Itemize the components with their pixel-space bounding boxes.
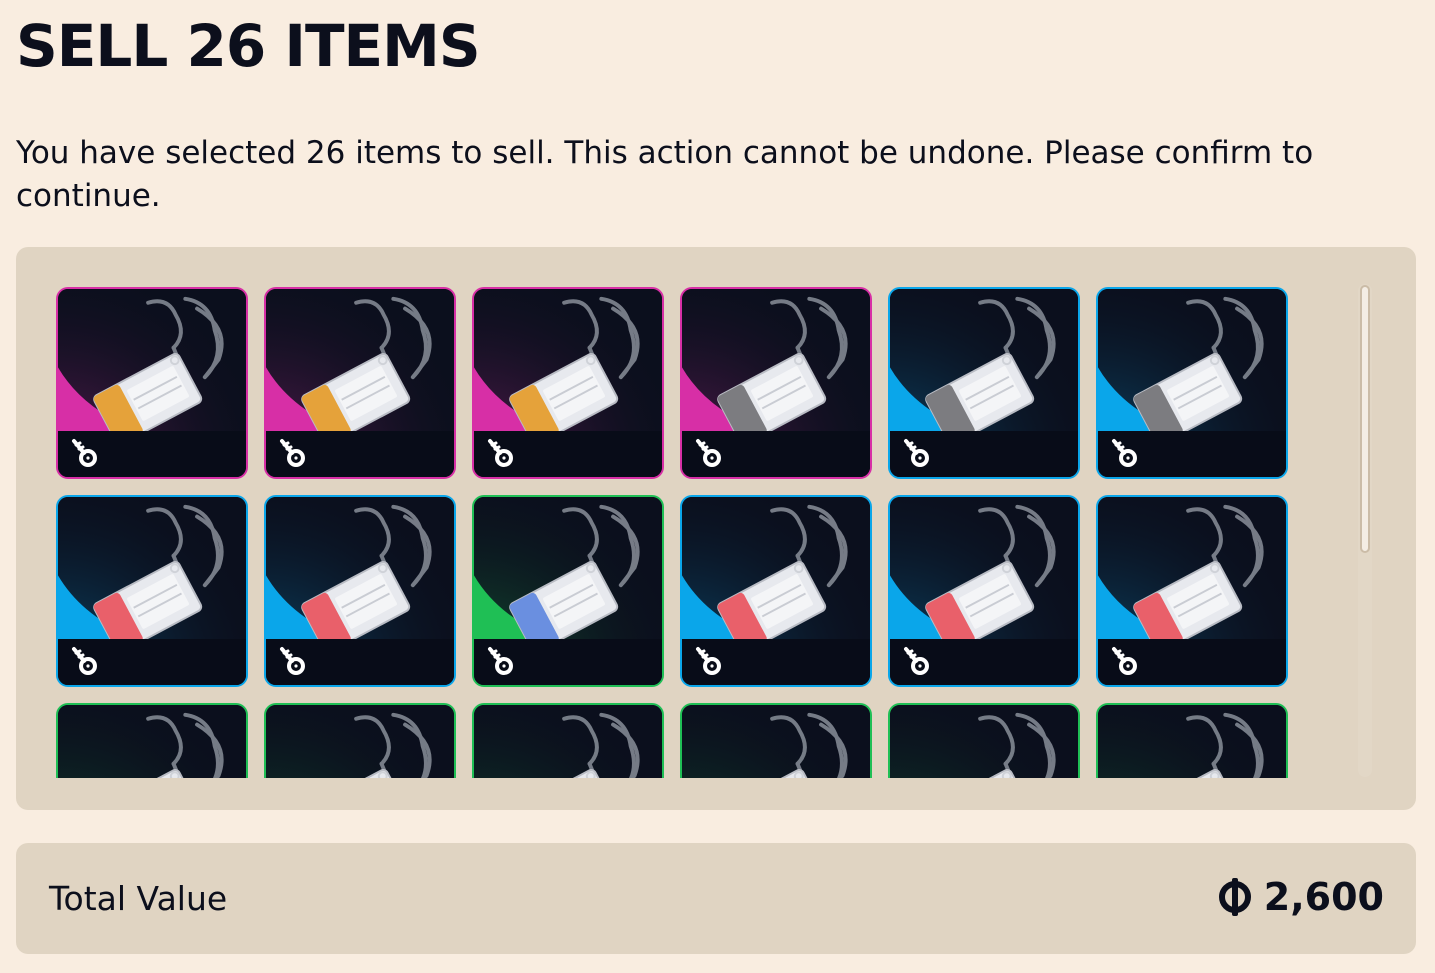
item-card[interactable] — [1096, 703, 1288, 778]
items-grid-viewport[interactable] — [56, 287, 1306, 778]
key-icon — [72, 647, 97, 675]
key-icon — [488, 647, 513, 675]
item-card[interactable] — [680, 495, 872, 687]
key-icon — [696, 647, 721, 675]
item-card[interactable] — [680, 287, 872, 479]
item-card[interactable] — [888, 287, 1080, 479]
key-icon — [1112, 439, 1137, 467]
keycard-image — [717, 712, 848, 778]
total-value-label: Total Value — [49, 879, 228, 918]
keycard-image — [1133, 712, 1264, 778]
item-card[interactable] — [472, 495, 664, 687]
key-icon — [280, 647, 305, 675]
key-icon — [488, 439, 513, 467]
item-card[interactable] — [472, 287, 664, 479]
key-icon — [904, 439, 929, 467]
scrollbar-thumb[interactable] — [1360, 285, 1370, 553]
item-card[interactable] — [264, 495, 456, 687]
key-icon — [72, 439, 97, 467]
item-card[interactable] — [1096, 495, 1288, 687]
selected-items-panel — [16, 247, 1416, 810]
item-card[interactable] — [680, 703, 872, 778]
item-card[interactable] — [264, 703, 456, 778]
items-scrollbar[interactable] — [1358, 284, 1372, 777]
total-value-panel: Total Value 2,600 — [16, 843, 1416, 954]
key-icon — [904, 647, 929, 675]
key-icon — [1112, 647, 1137, 675]
keycard-image — [509, 712, 640, 778]
keycard-image — [925, 712, 1056, 778]
item-card[interactable] — [472, 703, 664, 778]
item-card[interactable] — [888, 495, 1080, 687]
confirmation-message: You have selected 26 items to sell. This… — [16, 135, 1314, 214]
keycard-image — [301, 712, 432, 778]
item-card[interactable] — [56, 495, 248, 687]
item-card[interactable] — [264, 287, 456, 479]
coin-icon — [1218, 878, 1251, 916]
item-card[interactable] — [1096, 287, 1288, 479]
item-card[interactable] — [56, 287, 248, 479]
total-amount: 2,600 — [1263, 875, 1384, 919]
keycard-image — [93, 712, 224, 778]
item-card[interactable] — [888, 703, 1080, 778]
key-icon — [280, 439, 305, 467]
page-title: SELL 26 ITEMS — [16, 12, 481, 80]
items-grid — [56, 287, 1306, 778]
key-icon — [696, 439, 721, 467]
total-value-display: 2,600 — [1218, 875, 1384, 919]
item-card[interactable] — [56, 703, 248, 778]
